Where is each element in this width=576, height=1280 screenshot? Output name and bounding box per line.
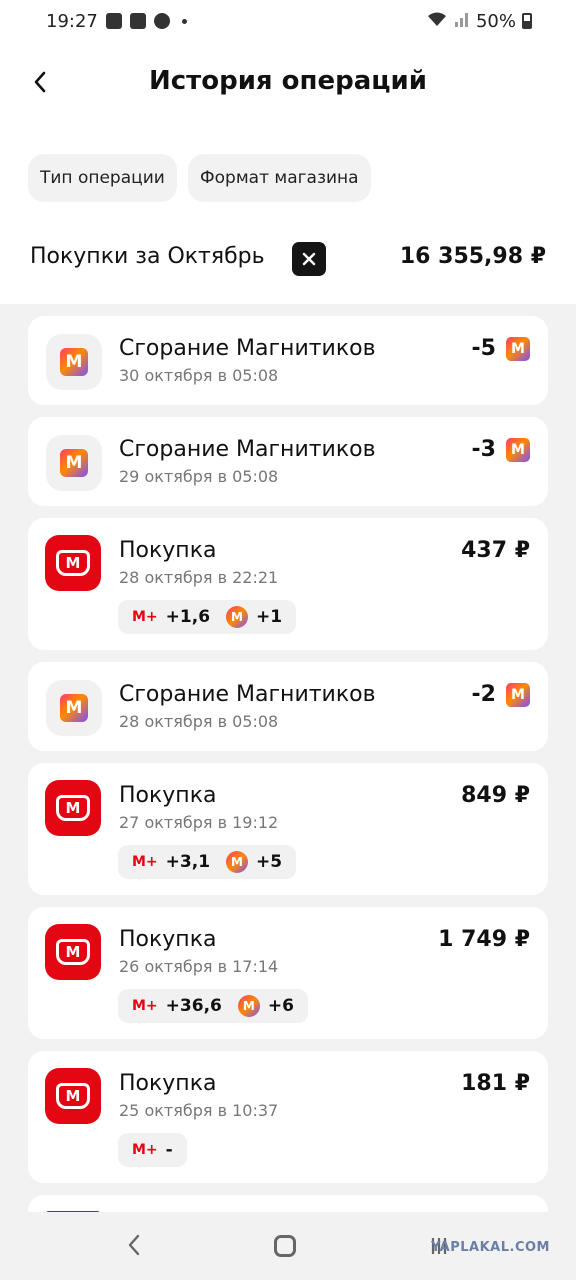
status-time: 19:27 [46,10,98,32]
bonus-pill: M+ +1,6 M +1 [118,600,297,634]
notification-dot-icon [181,18,187,24]
operation-amount: -2 M [472,682,530,707]
operation-date: 29 октября в 05:08 [119,467,279,486]
list-item[interactable]: M Покупка 27 октября в 19:12 849 ₽ M+ +3… [28,763,548,895]
operation-title: Сгорание Магнитиков [119,437,376,462]
bonus-mplus-value: +3,1 [165,852,211,872]
amount-value: -5 [471,336,496,361]
magnit-store-logo: M [45,924,101,980]
magnit-m-icon: M [60,694,88,722]
operation-date: 25 октября в 10:37 [119,1101,279,1120]
mplus-icon: M+ [132,854,158,870]
operation-amount: -3 M [472,437,530,462]
operation-title: Покупка [119,1071,217,1096]
operation-title: Сгорание Магнитиков [119,336,376,361]
nav-back-icon [128,1234,139,1255]
list-item[interactable]: M Сгорание Магнитиков 30 октября в 05:08… [28,316,548,405]
magnit-coins-logo: M [46,680,102,736]
nav-home-button[interactable] [273,1235,296,1257]
magnit-store-logo: M [45,535,101,591]
shopping-bag-icon [129,13,146,29]
bonus-mplus-value: +36,6 [165,996,222,1016]
mplus-icon: M+ [132,609,158,625]
bonus-coins-value: +1 [256,607,283,627]
magnitik-icon: M [506,336,530,361]
filter-chip-store-format[interactable]: Формат магазина [188,154,371,202]
bonus-pill: M+ - [118,1133,187,1167]
operation-amount: 181 ₽ [461,1071,530,1096]
magnit-store-logo: M [45,780,101,836]
bonus-coins-value: +6 [267,996,294,1016]
operation-title: Сгорание Магнитиков [119,682,376,707]
operation-amount: 437 ₽ [461,538,530,563]
operation-title: Покупка [119,927,217,952]
bonus-coins-value: +5 [256,852,283,872]
mplus-icon: M+ [132,1142,158,1158]
close-icon [302,252,316,266]
magnit-m-icon: M [56,939,90,965]
amount-value: -2 [471,682,496,707]
magnitik-coin-icon: M [237,995,260,1017]
operation-date: 28 октября в 22:21 [119,568,279,587]
list-item[interactable]: M Сгорание Магнитиков 28 октября в 05:08… [28,662,548,751]
operation-title: Покупка [119,538,217,563]
list-item[interactable]: M Сгорание Магнитиков 29 октября в 05:08… [28,417,548,506]
summary-label: Покупки за Октябрь [30,244,265,269]
list-item[interactable]: M Покупка 25 октября в 10:37 181 ₽ M+ - [28,1051,548,1183]
magnit-m-icon: M [56,550,90,576]
magnitik-coin-icon: M [226,851,249,873]
operation-title: Покупка [119,783,217,808]
battery-icon [522,13,532,29]
operation-date: 27 октября в 19:12 [119,813,279,832]
magnit-store-logo: M [45,1068,101,1124]
operation-amount: -5 M [472,336,530,361]
watermark: YAPLAKAL.COM [431,1240,550,1255]
operation-date: 28 октября в 05:08 [119,712,279,731]
mplus-icon: M+ [132,998,158,1014]
operation-amount: 1 749 ₽ [438,927,530,952]
wifi-icon [426,11,448,32]
bonus-mplus-value: +1,6 [165,607,211,627]
magnit-m-icon: M [60,449,88,477]
filter-chip-operation-type[interactable]: Тип операции [28,154,177,202]
battery-percent: 50% [475,10,516,32]
magnit-m-icon: M [56,1083,90,1109]
amount-value: -3 [471,437,496,462]
operation-amount: 849 ₽ [461,783,530,808]
operations-list: M Сгорание Магнитиков 30 октября в 05:08… [28,316,548,1227]
magnitik-icon: M [506,437,530,462]
list-item[interactable]: M Покупка 28 октября в 22:21 437 ₽ M+ +1… [28,518,548,650]
bonus-mplus-value: - [165,1140,173,1160]
nav-back-button[interactable] [127,1230,141,1263]
summary-total: 16 355,98 ₽ [399,244,546,269]
page-title: История операций [148,66,427,96]
magnitik-icon: M [506,682,530,707]
signal-icon [454,11,470,32]
header: История операций Тип операции Формат маг… [0,42,576,304]
magnitik-coin-icon: M [226,606,249,628]
gallery-icon [105,13,122,29]
magnit-m-icon: M [60,348,88,376]
bonus-pill: M+ +3,1 M +5 [118,845,297,879]
clear-filter-button[interactable] [292,242,326,276]
bonus-pill: M+ +36,6 M +6 [118,989,308,1023]
status-bar: 19:27 50% [0,0,576,42]
magnit-m-icon: M [56,795,90,821]
magnit-coins-logo: M [46,435,102,491]
help-icon [153,13,170,29]
magnit-coins-logo: M [46,334,102,390]
operation-date: 26 октября в 17:14 [119,957,279,976]
operation-date: 30 октября в 05:08 [119,366,279,385]
list-item[interactable]: M Покупка 26 октября в 17:14 1 749 ₽ M+ … [28,907,548,1039]
